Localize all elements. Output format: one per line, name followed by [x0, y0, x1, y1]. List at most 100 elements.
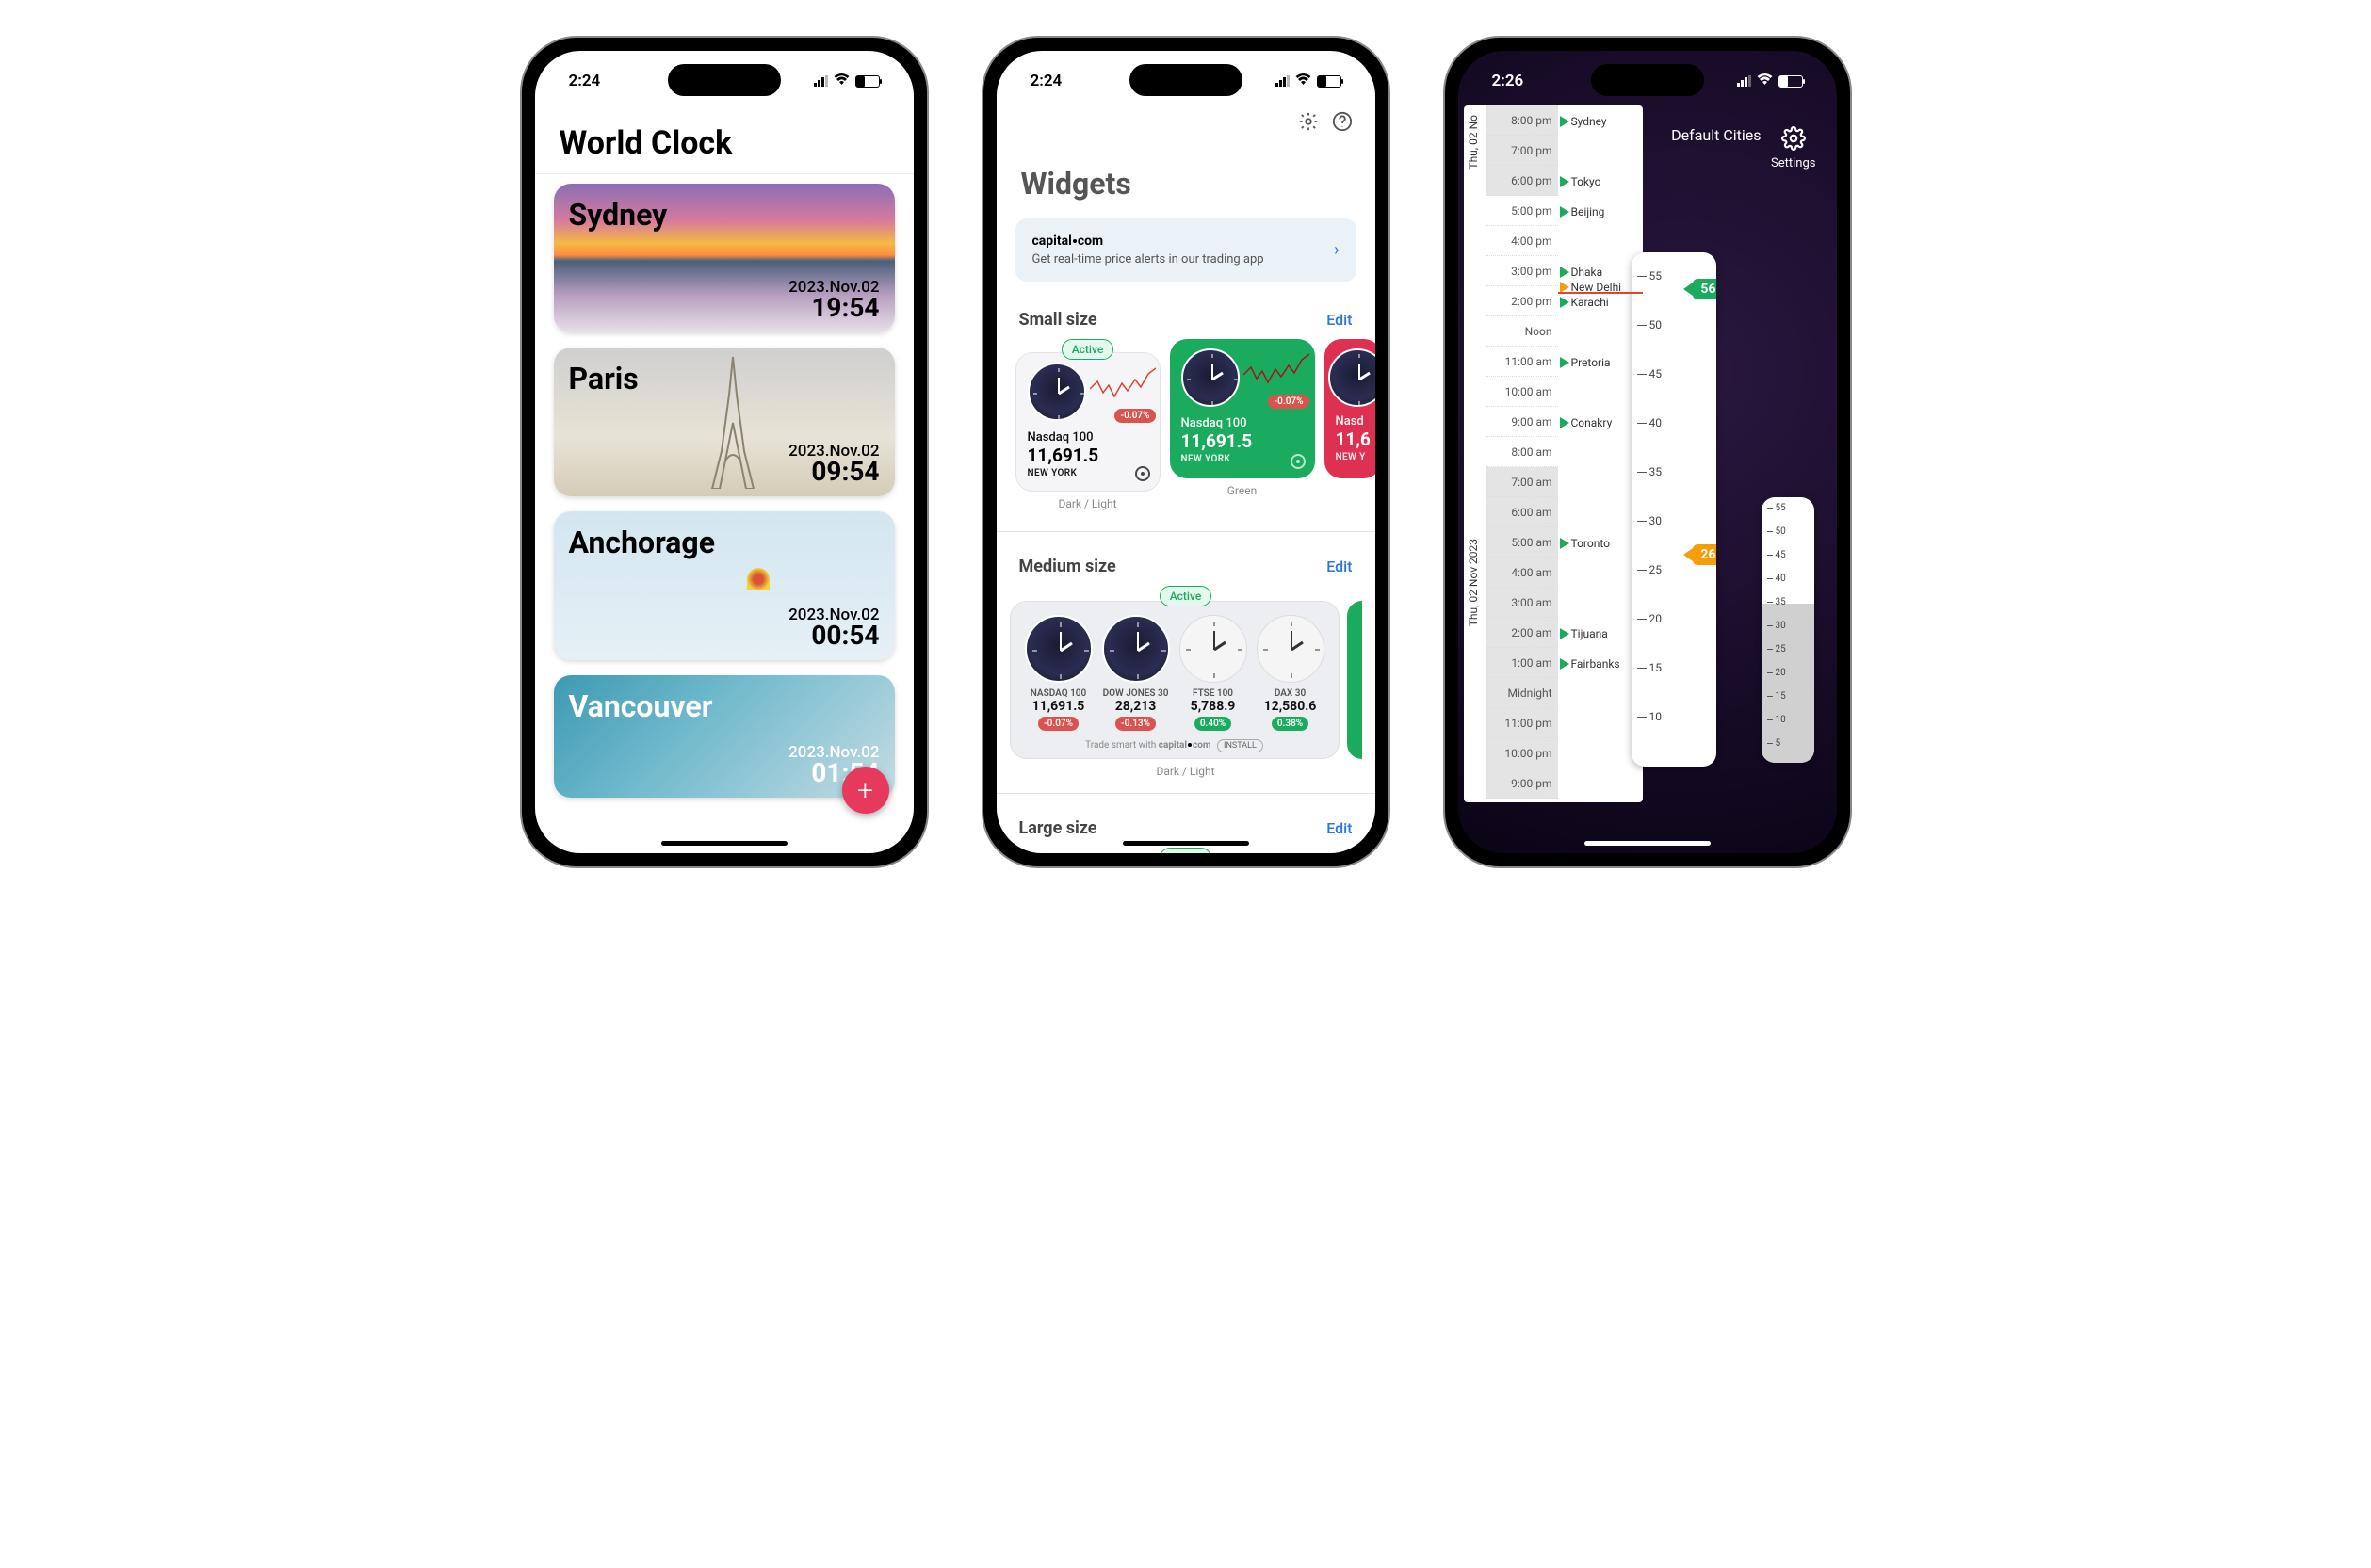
- widget-value: 11,69: [1336, 428, 1370, 450]
- default-cities-button[interactable]: Default Cities: [1671, 126, 1761, 144]
- wifi-icon: [834, 73, 850, 89]
- city-marker: Dhaka: [1560, 266, 1603, 279]
- edit-button[interactable]: Edit: [1326, 311, 1352, 329]
- section-title: Medium size: [1019, 557, 1116, 576]
- day-label-bottom: Thu, 02 Nov 2023: [1467, 539, 1480, 626]
- widget-name: Nasdaq 100: [1181, 416, 1304, 430]
- edit-button[interactable]: Edit: [1326, 819, 1352, 837]
- marker-triangle-green-icon: [1560, 538, 1569, 549]
- small-widget-light[interactable]: -0.07% Nasdaq 100 11,691.5 NEW YORK: [1015, 352, 1161, 492]
- widget-name: Nasd: [1336, 414, 1370, 428]
- marker-triangle-green-icon: [1560, 176, 1569, 187]
- city-card-paris[interactable]: Paris 2023.Nov.02 09:54: [554, 348, 895, 496]
- sparkline-icon: [1243, 348, 1309, 390]
- clock-icon: [1025, 615, 1093, 683]
- scale-card-1[interactable]: 55504540353025201510 56 26: [1632, 252, 1716, 767]
- screen: 2:26 Default Cities Settings Thu, 02 No …: [1458, 51, 1837, 853]
- hour-row: 2:00 pm: [1486, 286, 1558, 316]
- phone-mock-3: 2:26 Default Cities Settings Thu, 02 No …: [1445, 38, 1850, 866]
- status-time: 2:24: [569, 72, 601, 90]
- install-pill[interactable]: INSTALL: [1217, 739, 1263, 752]
- status-icons: [814, 73, 880, 89]
- clock-icon: [1328, 348, 1375, 407]
- scale-tick: 15: [1637, 661, 1663, 674]
- screen: 2:24 Widgets capitalcom: [997, 51, 1375, 853]
- timezone-panel[interactable]: Thu, 02 No Thu, 02 Nov 2023 8:00 pm7:00 …: [1464, 105, 1643, 802]
- small-widget-red[interactable]: Nasd 11,69 NEW Y: [1324, 339, 1375, 478]
- hour-row: Midnight: [1486, 678, 1558, 708]
- help-icon[interactable]: [1332, 111, 1353, 137]
- scale-tick: 30: [1767, 621, 1786, 631]
- marker-triangle-green-icon: [1560, 357, 1569, 368]
- scale-bubble-orange: 26: [1693, 544, 1715, 565]
- section-small-header: Small size Edit: [997, 300, 1375, 339]
- scale-tick: 50: [1637, 318, 1663, 331]
- city-name: Anchorage: [569, 525, 715, 560]
- city-marker: Toronto: [1560, 537, 1611, 550]
- hour-row: Noon: [1486, 316, 1558, 347]
- bullet-icon: [1073, 239, 1077, 243]
- pct-change: 0.40%: [1194, 717, 1231, 731]
- hour-row: 6:00 pm: [1486, 166, 1558, 196]
- scale-tick: 5: [1767, 738, 1781, 749]
- scale-tick: 20: [1637, 612, 1663, 625]
- battery-icon: [1317, 75, 1341, 88]
- city-card-vancouver[interactable]: Vancouver 2023.Nov.02 01:54: [554, 675, 895, 798]
- scale-tick: 15: [1767, 691, 1786, 702]
- edit-button[interactable]: Edit: [1326, 558, 1352, 575]
- marker-triangle-green-icon: [1560, 116, 1569, 127]
- pct-change: -0.07%: [1114, 409, 1155, 423]
- promo-banner[interactable]: capitalcom Get real-time price alerts in…: [1015, 218, 1356, 282]
- city-time: 19:54: [811, 292, 879, 323]
- small-widgets-row[interactable]: Active -0.07% Nasdaq 100 11,691.5 NEW YO…: [997, 339, 1375, 516]
- city-time: 00:54: [811, 620, 879, 651]
- battery-icon: [1778, 75, 1803, 88]
- scale-tick: 45: [1637, 367, 1663, 380]
- city-card-anchorage[interactable]: Anchorage 2023.Nov.02 00:54: [554, 511, 895, 660]
- sparkline-icon: [1090, 363, 1156, 404]
- index-name: DOW JONES 30: [1103, 688, 1169, 699]
- battery-icon: [855, 75, 880, 88]
- hour-row: 5:00 am: [1486, 527, 1558, 558]
- marker-city-label: Conakry: [1571, 416, 1613, 429]
- pct-change: -0.07%: [1268, 395, 1308, 409]
- home-indicator[interactable]: [661, 841, 788, 846]
- small-widget-green[interactable]: -0.07% Nasdaq 100 11,691.5 NEW YORK: [1170, 339, 1315, 478]
- settings-button[interactable]: Settings: [1771, 126, 1815, 170]
- scale-tick: 25: [1767, 644, 1786, 655]
- phone-mock-1: 2:24 World Clock Sydney 2023.Nov.02 19:5…: [522, 38, 927, 866]
- marker-triangle-green-icon: [1560, 267, 1569, 278]
- hours-column[interactable]: 8:00 pm7:00 pm6:00 pm5:00 pm4:00 pm3:00 …: [1486, 105, 1558, 802]
- city-marker: Fairbanks: [1560, 657, 1620, 671]
- marker-city-label: Tijuana: [1571, 627, 1608, 640]
- status-icons: [1737, 73, 1803, 89]
- active-badge: Active: [1160, 586, 1212, 606]
- medium-widget-green-peek[interactable]: [1347, 601, 1362, 759]
- active-badge: Active: [1160, 848, 1212, 853]
- marker-city-label: Karachi: [1571, 296, 1609, 309]
- scale-card-2[interactable]: 555045403530252015105: [1762, 497, 1814, 763]
- wifi-icon: [1295, 73, 1311, 89]
- scale-tick: 55: [1637, 269, 1663, 283]
- city-marker: Pretoria: [1560, 356, 1611, 369]
- marker-city-label: Toronto: [1571, 537, 1611, 550]
- city-list[interactable]: Sydney 2023.Nov.02 19:54 Paris 2023.Nov.…: [535, 174, 914, 798]
- city-time: 09:54: [811, 456, 879, 487]
- target-icon: [1135, 466, 1150, 481]
- widget-caption: Dark / Light: [997, 765, 1375, 778]
- medium-widget[interactable]: NASDAQ 100 11,691.5 -0.07% DOW JONES 30 …: [1010, 601, 1340, 759]
- cellular-icon: [1275, 75, 1290, 87]
- scale-tick: 55: [1767, 503, 1786, 513]
- scale-tick: 40: [1637, 416, 1663, 429]
- hour-row: 7:00 am: [1486, 467, 1558, 497]
- settings-icon[interactable]: [1298, 111, 1319, 137]
- city-card-sydney[interactable]: Sydney 2023.Nov.02 19:54: [554, 184, 895, 332]
- widget-footer: Trade smart with capitalcom INSTALL: [1020, 740, 1329, 751]
- pct-change: -0.07%: [1038, 717, 1079, 731]
- marker-triangle-green-icon: [1560, 417, 1569, 428]
- chevron-right-icon: ›: [1334, 240, 1339, 260]
- home-indicator[interactable]: [1584, 841, 1711, 846]
- cellular-icon: [1737, 75, 1751, 87]
- home-indicator[interactable]: [1123, 841, 1249, 846]
- add-city-button[interactable]: +: [842, 767, 889, 814]
